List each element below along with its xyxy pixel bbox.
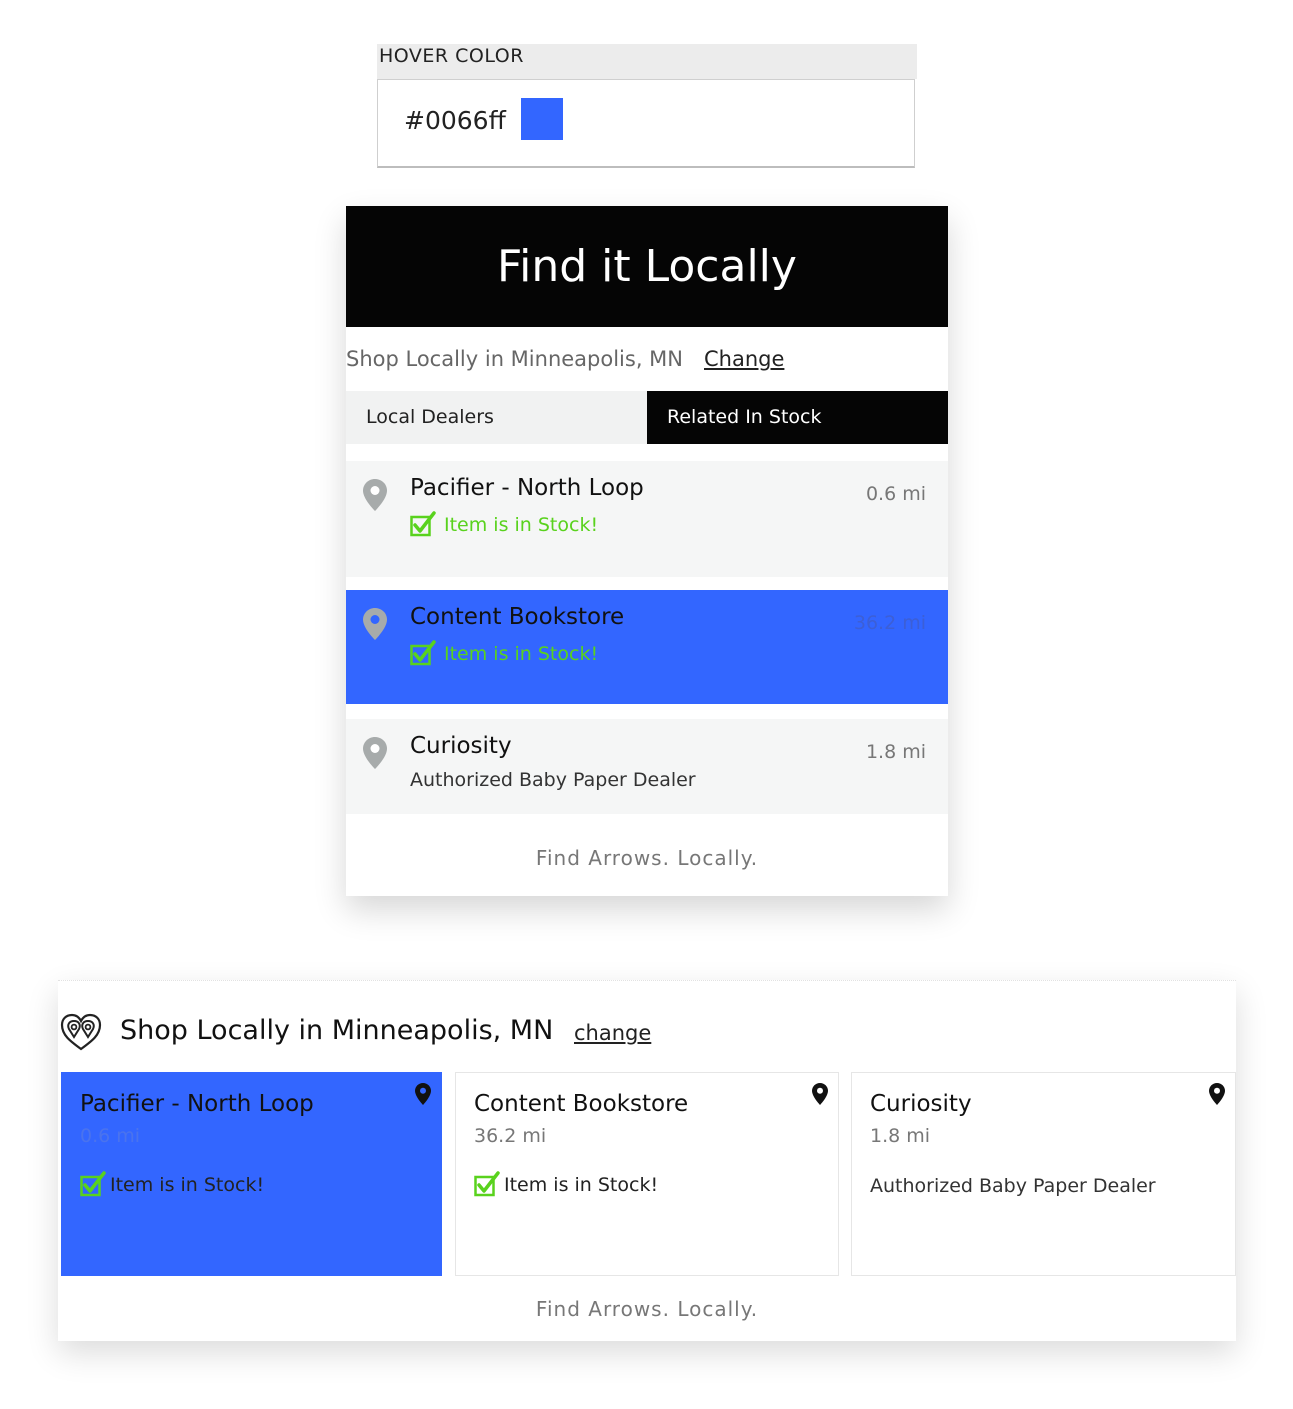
map-pin-icon [415,1083,431,1105]
stock-status-text: Item is in Stock! [444,514,599,536]
widget-footer: Find Arrows. Locally. [535,846,759,870]
map-pin-icon [363,737,387,769]
dealer-row[interactable]: Content Bookstore 36.2 mi Item is in Sto… [346,590,948,704]
widget-title: Find it Locally [346,206,948,327]
dealer-name: Content Bookstore [474,1091,689,1117]
dealer-distance: 0.6 mi [80,1125,141,1147]
hover-color-value[interactable]: #0066ff [404,106,506,135]
map-pin-icon [812,1083,828,1105]
location-bar: Shop Locally in Minneapolis, MN Change [346,327,948,391]
checkbox-checked-icon [80,1171,106,1197]
map-pin-icon [363,479,387,511]
dealer-name: Pacifier - North Loop [410,475,644,501]
location-text: Shop Locally in Minneapolis, MN [346,347,684,371]
stock-status: Item is in Stock! [410,511,598,537]
tab-local-dealers[interactable]: Local Dealers [346,391,647,444]
dealer-subtitle: Authorized Baby Paper Dealer [410,769,696,791]
dealer-card[interactable]: Content Bookstore 36.2 mi Item is in Sto… [455,1072,839,1276]
dealer-row[interactable]: Curiosity 1.8 mi Authorized Baby Paper D… [346,719,948,814]
change-location-link[interactable]: Change [704,347,784,371]
hover-color-input[interactable]: #0066ff [377,79,915,168]
hover-color-swatch[interactable] [521,98,563,140]
checkbox-checked-icon [474,1171,500,1197]
dealer-card[interactable]: Pacifier - North Loop 0.6 mi Item is in … [61,1072,442,1276]
dealer-name: Pacifier - North Loop [80,1091,314,1117]
dealer-subtitle: Authorized Baby Paper Dealer [870,1175,1156,1197]
checkbox-checked-icon [410,511,436,537]
shop-locally-widget: Shop Locally in Minneapolis, MN change P… [58,980,1236,1341]
dealer-distance: 36.2 mi [474,1125,547,1147]
find-it-locally-widget: Find it Locally Shop Locally in Minneapo… [346,206,948,896]
dealer-name: Curiosity [410,733,512,759]
stock-status-text: Item is in Stock! [504,1174,659,1196]
dealer-tabs: Local Dealers Related In Stock [346,391,948,444]
stock-status: Item is in Stock! [410,640,598,666]
change-location-link[interactable]: change [574,1021,651,1045]
stock-status: Item is in Stock! [80,1171,264,1197]
dealer-card[interactable]: Curiosity 1.8 mi Authorized Baby Paper D… [851,1072,1236,1276]
hover-color-setting: HOVER COLOR #0066ff [377,44,917,169]
widget-heading: Shop Locally in Minneapolis, MN [120,1015,554,1046]
map-pin-icon [363,608,387,640]
tab-related-in-stock[interactable]: Related In Stock [647,391,948,444]
dealer-distance: 0.6 mi [865,483,926,505]
stock-status-text: Item is in Stock! [444,643,599,665]
dealer-distance: 36.2 mi [853,612,926,634]
heart-pin-logo-icon [60,1013,102,1051]
dealer-distance: 1.8 mi [865,741,926,763]
stock-status: Item is in Stock! [474,1171,658,1197]
stock-status-text: Item is in Stock! [110,1174,265,1196]
dealer-distance: 1.8 mi [870,1125,931,1147]
dealer-name: Content Bookstore [410,604,625,630]
checkbox-checked-icon [410,640,436,666]
dealer-row[interactable]: Pacifier - North Loop 0.6 mi Item is in … [346,461,948,577]
hover-color-label: HOVER COLOR [377,44,917,79]
widget-footer: Find Arrows. Locally. [535,1297,759,1321]
dealer-name: Curiosity [870,1091,972,1117]
map-pin-icon [1209,1083,1225,1105]
